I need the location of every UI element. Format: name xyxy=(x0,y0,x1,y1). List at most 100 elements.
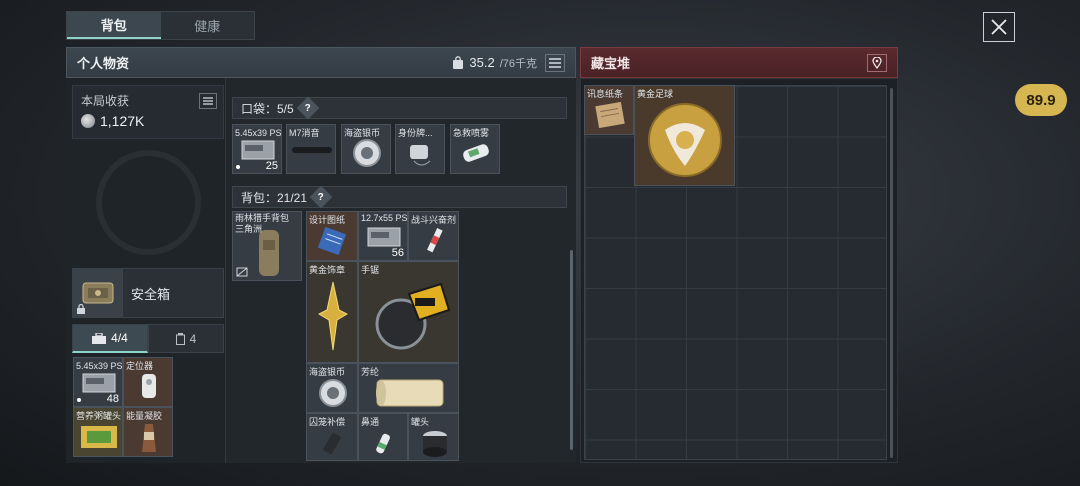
dog-tag-icon xyxy=(410,145,431,166)
panel-title: 个人物资 xyxy=(77,56,130,71)
item-name: 身份牌... xyxy=(398,128,433,138)
tin-can-icon xyxy=(423,431,447,457)
backpack-header: 背包：21/21 ? xyxy=(232,185,567,209)
silver-coin-icon xyxy=(353,139,381,167)
close-button[interactable] xyxy=(983,12,1015,42)
help-icon[interactable]: ? xyxy=(296,96,320,120)
sort-list-button[interactable] xyxy=(545,53,565,72)
loot-value-row: 1,127K xyxy=(81,113,215,129)
treasure-scrollbar[interactable] xyxy=(890,88,893,458)
gel-icon xyxy=(142,424,156,452)
item-slot[interactable]: 急救喷雾 xyxy=(450,124,500,174)
item-count: 48 xyxy=(106,393,119,405)
weight-icon xyxy=(453,56,464,69)
item-slot[interactable]: 5.45x39 PS弹 25 xyxy=(232,124,282,174)
weight-max: /76千克 xyxy=(499,57,537,70)
nasal-spray-icon xyxy=(376,433,390,454)
lock-icon xyxy=(77,304,85,314)
safe-box-icon xyxy=(73,269,123,317)
item-slot[interactable]: 手锯 xyxy=(358,261,459,363)
ammo-box-icon xyxy=(367,227,401,247)
item-slot[interactable]: M7消音 xyxy=(286,124,336,174)
item-slot[interactable]: 能量凝胶 xyxy=(123,407,173,457)
item-slot[interactable]: 身份牌... xyxy=(395,124,445,174)
silver-coin-icon xyxy=(319,379,347,407)
faction-emblem xyxy=(96,150,201,255)
spray-icon xyxy=(463,144,489,162)
loot-title: 本局收获 xyxy=(81,94,130,108)
storage-sub-tabs: 4/4 4 xyxy=(72,324,224,353)
locate-button[interactable] xyxy=(867,53,887,72)
treasure-header: 藏宝堆 xyxy=(580,47,898,78)
can-icon xyxy=(81,426,117,448)
safe-box-slot[interactable]: 安全箱 xyxy=(72,268,224,318)
item-slot[interactable]: 海盗银币 xyxy=(341,124,391,174)
silencer-icon xyxy=(292,147,332,153)
pocket-header: 口袋：5/5 ? xyxy=(232,96,567,120)
syringe-icon xyxy=(427,228,443,253)
item-name: 5.45x39 PS弹 xyxy=(76,361,123,371)
note-paper-icon xyxy=(595,101,625,129)
item-name: 海盗银币 xyxy=(344,128,381,138)
loot-detail-button[interactable] xyxy=(199,93,217,109)
blueprint-icon xyxy=(317,226,347,256)
item-name: 能量凝胶 xyxy=(126,411,163,421)
main-tabs: 背包 健康 xyxy=(66,11,255,40)
treasure-title: 藏宝堆 xyxy=(591,56,631,71)
close-icon xyxy=(991,19,1007,35)
item-slot[interactable]: 5.45x39 PS弹 48 xyxy=(73,357,123,407)
item-name: 雨林猎手背包 三角洲 xyxy=(235,213,290,234)
item-slot[interactable]: 海盗银币 xyxy=(306,363,358,413)
toolbox-icon xyxy=(92,332,107,344)
item-slot[interactable]: 黄金饰章 xyxy=(306,261,358,363)
item-slot[interactable]: 战斗兴奋剂 xyxy=(408,211,459,261)
item-name: 鼻通 xyxy=(361,417,380,427)
item-name: 5.45x39 PS弹 xyxy=(235,128,282,138)
item-name: 设计图纸 xyxy=(309,215,346,225)
item-name: 罐头 xyxy=(411,417,430,427)
item-slot[interactable]: 营养粥罐头 xyxy=(73,407,123,457)
ammo-box-icon xyxy=(241,140,275,160)
circular-saw-icon xyxy=(375,282,451,350)
item-slot[interactable]: 设计图纸 xyxy=(306,211,358,261)
item-name: 讯息纸条 xyxy=(587,89,624,99)
item-name: 营养粥罐头 xyxy=(76,411,122,421)
item-name: M7消音 xyxy=(289,128,320,138)
item-slot[interactable]: 定位器 xyxy=(123,357,173,407)
golden-football-icon xyxy=(648,103,722,177)
score-badge: 89.9 xyxy=(1015,84,1067,116)
loot-value: 1,127K xyxy=(100,113,145,129)
backpack-scrollbar[interactable] xyxy=(570,250,573,450)
item-name: 囚笼补偿 xyxy=(309,417,346,427)
item-count: 56 xyxy=(391,247,404,259)
item-name: 定位器 xyxy=(126,361,154,371)
item-slot[interactable]: 罐头 xyxy=(408,413,459,461)
tab-toolbox[interactable]: 4/4 xyxy=(72,324,148,353)
item-name: 黄金足球 xyxy=(637,89,674,99)
fabric-roll-icon xyxy=(376,379,444,407)
item-slot[interactable]: 12.7x55 PS12 56 xyxy=(358,211,408,261)
coin-icon xyxy=(81,114,95,128)
pocket-title: 口袋：5/5 xyxy=(241,101,294,116)
tab-backpack[interactable]: 背包 xyxy=(67,12,161,39)
item-name: 12.7x55 PS12 xyxy=(361,213,408,223)
item-slot[interactable]: 黄金足球 xyxy=(634,85,735,186)
item-name: 急救喷雾 xyxy=(453,128,490,138)
canister-count: 4 xyxy=(189,331,197,346)
locator-icon xyxy=(142,374,156,398)
no-backpack-icon xyxy=(236,267,248,277)
help-icon[interactable]: ? xyxy=(309,185,333,209)
canister-icon xyxy=(175,332,185,345)
item-slot[interactable]: 鼻通 xyxy=(358,413,408,461)
location-pin-icon xyxy=(872,56,882,69)
item-slot[interactable]: 芳纶 xyxy=(358,363,459,413)
item-name: 手锯 xyxy=(361,265,380,275)
cage-item-icon xyxy=(322,432,342,455)
safe-box-label: 安全箱 xyxy=(131,286,171,302)
item-slot[interactable]: 囚笼补偿 xyxy=(306,413,358,461)
backpack-equip-slot[interactable]: 雨林猎手背包 三角洲 xyxy=(232,211,302,281)
item-name: 海盗银币 xyxy=(309,367,346,377)
tab-health[interactable]: 健康 xyxy=(161,12,255,39)
tab-canister[interactable]: 4 xyxy=(148,324,224,353)
item-slot[interactable]: 讯息纸条 xyxy=(584,85,634,135)
